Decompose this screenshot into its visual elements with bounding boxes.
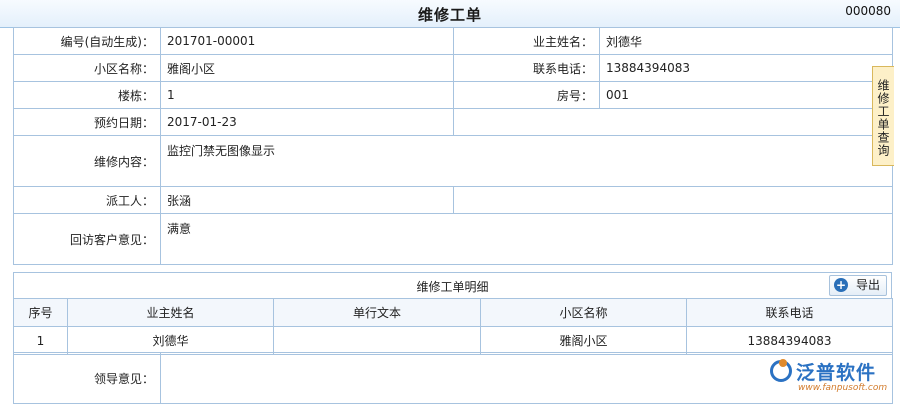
brand-watermark: 泛普软件 www.fanpusoft.com bbox=[770, 358, 896, 398]
page-title: 维修工单 bbox=[417, 6, 482, 24]
table-cell: 1 bbox=[13, 326, 68, 355]
detail-table: 序号 业主姓名 单行文本 小区名称 联系电话 1 刘德华 雅阁小区 138843… bbox=[13, 298, 893, 355]
plus-icon: + bbox=[834, 278, 848, 292]
column-header: 小区名称 bbox=[480, 298, 687, 327]
export-label: 导出 bbox=[856, 278, 881, 292]
date-field[interactable]: 2017-01-23 bbox=[160, 108, 454, 136]
table-cell: 雅阁小区 bbox=[480, 326, 687, 355]
record-code: 000080 bbox=[845, 4, 891, 18]
phone-label: 联系电话： bbox=[453, 54, 600, 82]
column-header: 单行文本 bbox=[273, 298, 481, 327]
table-row[interactable]: 1 刘德华 雅阁小区 13884394083 bbox=[13, 326, 893, 355]
detail-title: 维修工单明细 bbox=[416, 280, 489, 294]
brand-name: 泛普软件 bbox=[796, 362, 877, 384]
worker-field[interactable]: 张涵 bbox=[160, 186, 454, 214]
order-no-label: 编号(自动生成)： bbox=[13, 27, 161, 55]
table-cell: 13884394083 bbox=[686, 326, 893, 355]
content-field[interactable]: 监控门禁无图像显示 bbox=[160, 135, 893, 187]
column-header: 序号 bbox=[13, 298, 68, 327]
brand-url: www.fanpusoft.com bbox=[798, 383, 888, 393]
feedback-label: 回访客户意见： bbox=[13, 213, 161, 265]
table-cell: 刘德华 bbox=[67, 326, 274, 355]
title-bar: 维修工单 000080 bbox=[0, 0, 900, 28]
building-field[interactable]: 1 bbox=[160, 81, 454, 109]
feedback-field[interactable]: 满意 bbox=[160, 213, 893, 265]
community-field[interactable]: 雅阁小区 bbox=[160, 54, 454, 82]
brand-logo-icon bbox=[770, 359, 792, 382]
export-button[interactable]: + 导出 bbox=[829, 275, 887, 296]
table-cell bbox=[273, 326, 481, 355]
empty-cell bbox=[453, 108, 893, 136]
worker-label: 派工人： bbox=[13, 186, 161, 214]
community-label: 小区名称： bbox=[13, 54, 161, 82]
detail-header: 维修工单明细 + 导出 bbox=[13, 272, 892, 299]
order-no-field[interactable]: 201701-00001 bbox=[160, 27, 454, 55]
building-label: 楼栋： bbox=[13, 81, 161, 109]
room-label: 房号： bbox=[453, 81, 600, 109]
content-label: 维修内容： bbox=[13, 135, 161, 187]
date-label: 预约日期： bbox=[13, 108, 161, 136]
column-header: 联系电话 bbox=[686, 298, 893, 327]
phone-field[interactable]: 13884394083 bbox=[599, 54, 893, 82]
owner-label: 业主姓名： bbox=[453, 27, 600, 55]
leader-label: 领导意见： bbox=[13, 352, 161, 404]
work-order-form: 编号(自动生成)： 201701-00001 业主姓名： 刘德华 小区名称： 雅… bbox=[13, 27, 893, 265]
column-header: 业主姓名 bbox=[67, 298, 274, 327]
room-field[interactable]: 001 bbox=[599, 81, 893, 109]
work-order-query-tab[interactable]: 维修工单查询 bbox=[872, 66, 894, 166]
leader-opinion-row: 领导意见： bbox=[13, 352, 893, 404]
owner-field[interactable]: 刘德华 bbox=[599, 27, 893, 55]
empty-cell bbox=[453, 186, 893, 214]
